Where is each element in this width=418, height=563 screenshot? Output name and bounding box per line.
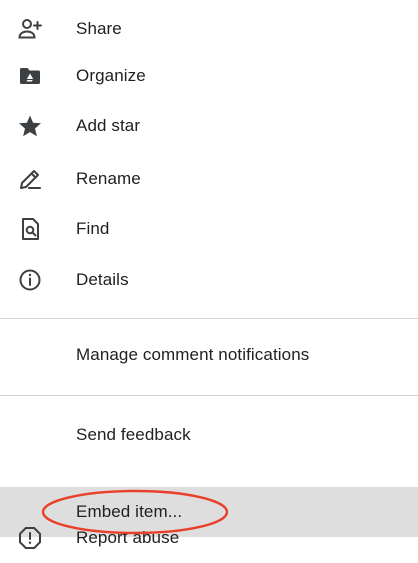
- menu-item-find[interactable]: Find: [0, 204, 418, 254]
- menu-item-label: Details: [76, 270, 129, 289]
- menu-item-send-feedback[interactable]: Send feedback: [0, 410, 418, 460]
- menu-item-report-abuse[interactable]: Report abuse: [0, 513, 418, 563]
- menu-item-label: Report abuse: [76, 528, 180, 547]
- menu-item-rename[interactable]: Rename: [0, 154, 418, 204]
- menu-item-organize[interactable]: Organize: [0, 51, 418, 101]
- info-icon: [17, 267, 43, 293]
- menu-divider: [0, 318, 418, 319]
- menu-item-manage-comment-notifications[interactable]: Manage comment notifications: [0, 330, 418, 380]
- find-in-page-icon: [17, 216, 43, 242]
- star-icon: [17, 113, 43, 139]
- menu-item-label: Rename: [76, 169, 141, 188]
- menu-item-label: Manage comment notifications: [76, 345, 310, 364]
- drive-folder-icon: [17, 63, 43, 89]
- menu-item-details[interactable]: Details: [0, 255, 418, 305]
- add-person-icon: [17, 16, 43, 42]
- menu-item-label: Find: [76, 219, 110, 238]
- pencil-icon: [17, 166, 43, 192]
- menu-item-add-star[interactable]: Add star: [0, 101, 418, 151]
- menu-item-label: Organize: [76, 66, 146, 85]
- report-icon: [17, 525, 43, 551]
- menu-item-label: Add star: [76, 116, 141, 135]
- menu-item-label: Send feedback: [76, 425, 191, 444]
- menu-divider: [0, 395, 418, 396]
- menu-item-share[interactable]: Share: [0, 4, 418, 54]
- menu-item-label: Share: [76, 19, 122, 38]
